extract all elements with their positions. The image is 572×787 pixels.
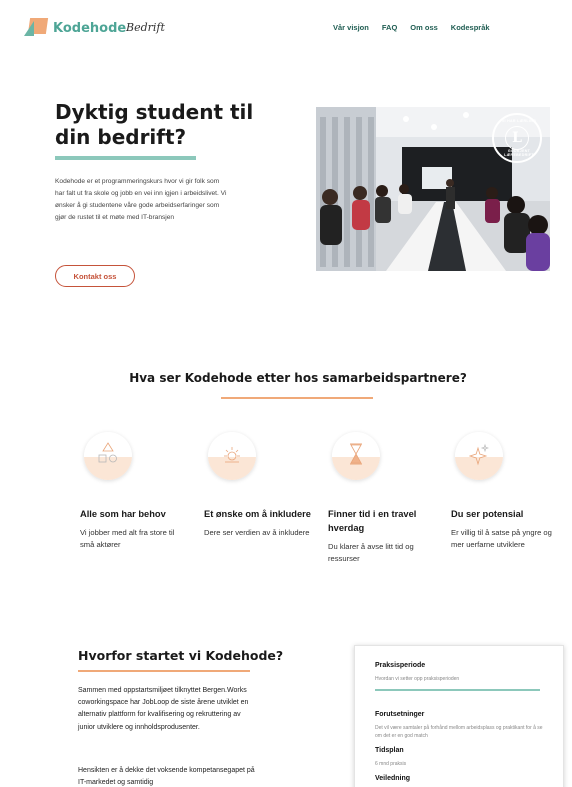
contact-button[interactable]: Kontakt oss [55,265,135,287]
partners-section-title: Hva ser Kodehode etter hos samarbeidspar… [129,371,467,385]
feature-card: Du ser potensial Er villig til å satse p… [451,432,561,550]
feature-text: Dere ser verdien av å inkludere [204,528,310,537]
nav-link-vision[interactable]: Vår visjon [333,23,369,32]
main-nav: Vår visjon FAQ Om oss Kodespråk [333,23,490,32]
seal-bottom-text: GODKJENT LÆREBEDRIFT [504,149,534,157]
partners-title-underline [221,397,373,399]
logo-mark-icon [24,18,49,38]
sun-icon [208,432,256,480]
card-item-title: Veiledning [375,774,411,782]
card-item-title: Tidsplan [375,746,404,754]
card-divider [375,689,540,691]
shapes-icon [84,432,132,480]
feature-text: Du klarer å avse litt tid og ressurser [328,542,414,563]
hero-photo: VI HAR LÆRLING L GODKJENT LÆREBEDRIFT [316,107,550,271]
feature-text: Vi jobber med alt fra store til små aktø… [80,528,175,549]
feature-card: Alle som har behov Vi jobber med alt fra… [80,432,190,550]
why-section-title: Hvorfor startet vi Kodehode? [78,648,284,663]
feature-title: Et ønske om å inkludere [204,509,311,519]
hero-title-underline [55,156,196,160]
approved-trainee-company-seal: VI HAR LÆRLING L GODKJENT LÆREBEDRIFT [492,113,542,163]
seal-top-text: VI HAR LÆRLING [501,119,537,123]
seal-letter: L [505,126,529,150]
feature-card: Finner tid i en travel hverdag Du klarer… [328,432,438,564]
feature-title: Alle som har behov [80,509,166,519]
nav-link-faq[interactable]: FAQ [382,23,397,32]
why-paragraph: Hensikten er å dekke det voksende kompet… [78,767,255,787]
sparkle-icon [455,432,503,480]
card-item: Tidsplan 6 mnd praksis [375,747,543,768]
site-header: Kodehode Bedrift Vår visjon FAQ Om oss K… [0,0,572,56]
feature-title: Finner tid i en travel hverdag [328,509,417,533]
hero-description: Kodehode er et programmeringskurs hvor v… [55,178,227,222]
logo[interactable]: Kodehode [24,18,126,38]
card-item: Forutsetninger Det vil være samtaler på … [375,711,543,740]
why-paragraph: Sammen med oppstartsmiljøet tilknyttet B… [78,687,249,731]
card-item: Veiledning [375,775,543,782]
logo-text: Kodehode [53,20,127,36]
feature-card: Et ønske om å inkludere Dere ser verdien… [204,432,314,539]
why-title-underline [78,670,250,672]
nav-link-about[interactable]: Om oss [410,23,438,32]
card-title: Praksisperiode [375,662,426,669]
logo-subtitle: Bedrift [126,21,165,34]
feature-title: Du ser potensial [451,509,524,519]
hero-title: Dyktig student til din bedrift? [55,100,254,149]
internship-info-card: Praksisperiode Hvordan vi setter opp pra… [354,645,564,787]
card-item-text: 6 mnd praksis [375,760,407,767]
card-item-text: Det vil være samtaler på forhånd mellom … [375,724,543,739]
feature-text: Er villig til å satse på yngre og mer ue… [451,528,552,549]
nav-link-languages[interactable]: Kodespråk [451,23,490,32]
card-item-title: Forutsetninger [375,710,425,718]
hourglass-icon [332,432,380,480]
card-subtitle: Hvordan vi setter opp praksisperioden [375,676,460,682]
